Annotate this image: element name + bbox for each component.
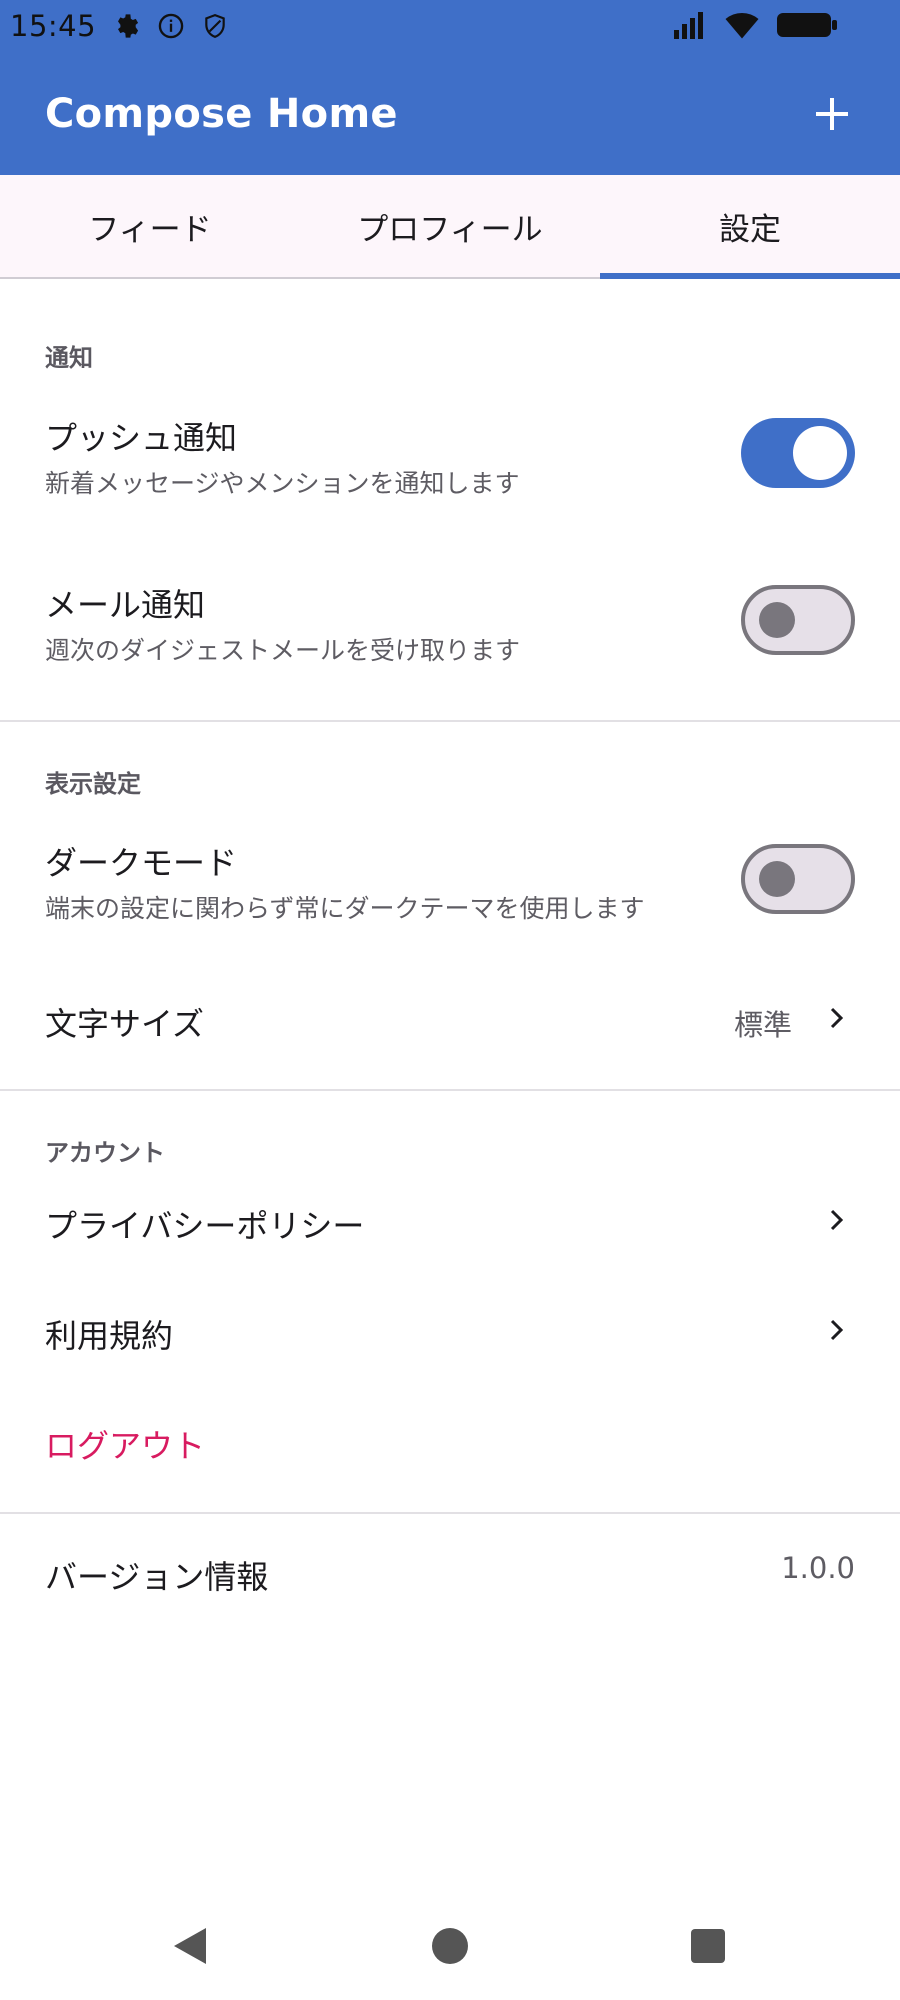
wifi-icon [724,10,760,44]
version-title: バージョン情報 [45,1558,269,1596]
divider [0,1089,900,1091]
logout-button[interactable]: ログアウト [45,1421,205,1467]
tab-feed[interactable]: フィード [0,175,300,277]
divider [0,1512,900,1514]
tab-profile[interactable]: プロフィール [300,175,600,277]
tab-bar: フィード プロフィール 設定 [0,175,900,279]
dark-mode-subtitle: 端末の設定に関わらず常にダークテーマを使用します [45,894,645,923]
status-time: 15:45 [10,9,97,43]
email-notification-toggle[interactable] [741,585,855,655]
app-title: Compose Home [45,90,398,137]
shield-icon [200,11,230,41]
tab-settings[interactable]: 設定 [600,175,900,279]
battery-icon [776,10,838,44]
cellular-signal-icon [672,10,708,44]
dark-mode-title: ダークモード [45,844,238,882]
status-bar: 15:45 [0,0,900,52]
privacy-policy-title: プライバシーポリシー [45,1207,365,1245]
chevron-right-icon [830,1319,844,1341]
terms-title: 利用規約 [45,1317,174,1355]
push-notification-title: プッシュ通知 [45,419,238,457]
chevron-right-icon [830,1209,844,1231]
section-header-notifications: 通知 [45,344,93,372]
text-size-value: 標準 [733,1008,792,1042]
dark-mode-toggle[interactable] [741,844,855,914]
version-value: 1.0.0 [781,1551,855,1585]
toggle-knob [759,861,795,897]
add-button[interactable] [800,82,864,146]
push-notification-subtitle: 新着メッセージやメンションを通知します [45,469,520,498]
info-icon [156,11,186,41]
email-notification-subtitle: 週次のダイジェストメールを受け取ります [45,636,521,665]
section-header-account: アカウント [45,1139,165,1167]
status-icons-right [672,10,838,44]
recents-icon[interactable] [690,1928,726,1964]
section-header-display: 表示設定 [45,770,141,798]
status-icons-left [112,11,230,41]
home-icon[interactable] [430,1926,470,1966]
push-notification-toggle[interactable] [741,418,855,488]
settings-icon [112,11,142,41]
plus-icon [816,98,848,130]
text-size-title: 文字サイズ [45,1005,205,1043]
chevron-right-icon [830,1007,844,1029]
toggle-knob [759,602,795,638]
app-bar: Compose Home [0,52,900,175]
back-icon[interactable] [170,1924,210,1968]
toggle-knob [793,426,847,480]
navigation-bar [0,1900,900,2000]
divider [0,720,900,722]
email-notification-title: メール通知 [45,586,206,624]
